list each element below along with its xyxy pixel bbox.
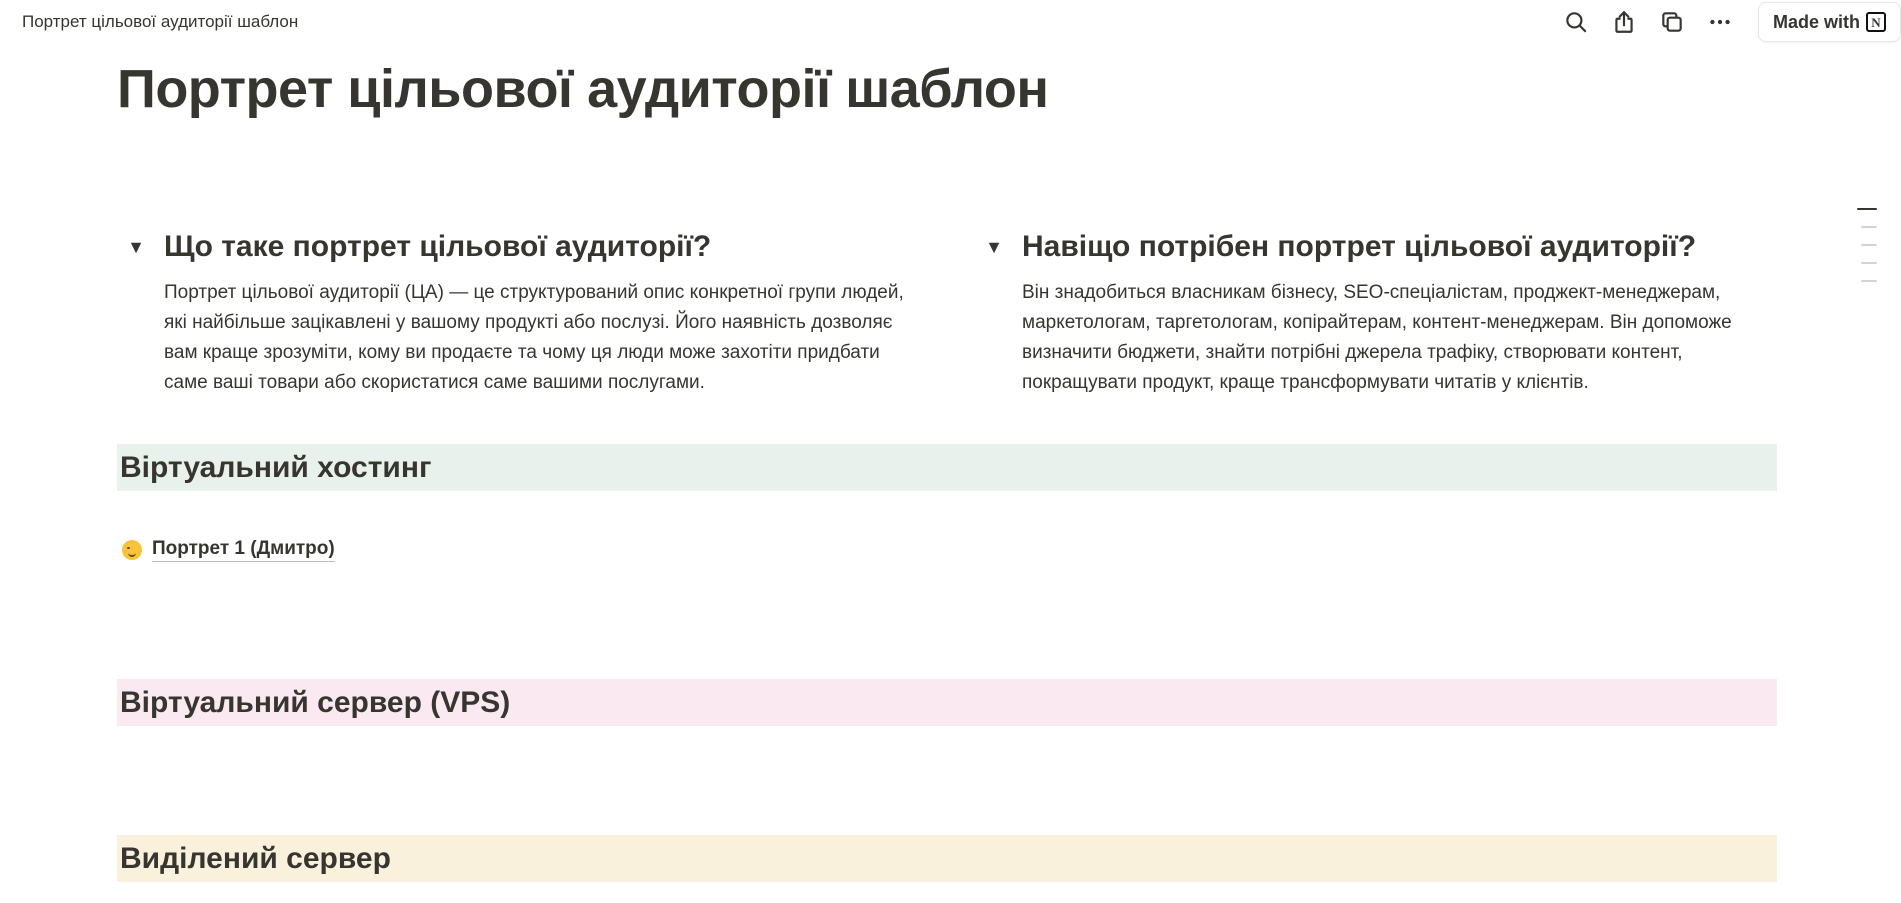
- toggle-triangle-icon[interactable]: ▼: [984, 237, 1004, 258]
- toc-line[interactable]: [1861, 244, 1877, 246]
- page-link-label[interactable]: Портрет 1 (Дмитро): [152, 537, 335, 562]
- toggle-triangle-icon[interactable]: ▼: [126, 237, 146, 258]
- toggle-header[interactable]: ▼ Що таке портрет цільової аудиторії?: [126, 230, 926, 264]
- toc-line[interactable]: [1861, 226, 1877, 228]
- winking-face-icon: [122, 539, 142, 560]
- toggle-header[interactable]: ▼ Навіщо потрібен портрет цільової аудит…: [984, 230, 1784, 264]
- toc-line[interactable]: [1861, 280, 1877, 282]
- table-of-contents-minimap[interactable]: [1857, 208, 1877, 298]
- toggle-body-text: Портрет цільової аудиторії (ЦА) — це стр…: [164, 282, 904, 393]
- toggle-body-text: Він знадобиться власникам бізнесу, SEO-с…: [1022, 282, 1732, 393]
- made-with-label: Made with: [1772, 11, 1860, 32]
- section-heading-vps: Віртуальний сервер (VPS): [117, 679, 1777, 726]
- breadcrumb[interactable]: Портрет цільової аудиторії шаблон: [22, 12, 298, 32]
- share-icon[interactable]: [1604, 4, 1644, 40]
- toggle-block-what-is: ▼ Що таке портрет цільової аудиторії? По…: [126, 230, 926, 398]
- duplicate-icon[interactable]: [1652, 4, 1692, 40]
- search-icon[interactable]: [1556, 4, 1596, 40]
- toggle-title: Що таке портрет цільової аудиторії?: [164, 230, 712, 263]
- made-with-notion-button[interactable]: Made with N: [1757, 2, 1901, 42]
- topbar-actions: Made with N: [1548, 0, 1901, 44]
- toggle-title: Навіщо потрібен портрет цільової аудитор…: [1022, 230, 1697, 263]
- notion-logo-icon: N: [1866, 12, 1886, 32]
- section-heading-dedicated-server: Виділений сервер: [117, 835, 1777, 882]
- page-title: Портрет цільової аудиторії шаблон: [117, 59, 1049, 119]
- topbar: Портрет цільової аудиторії шаблон Made w…: [0, 0, 1901, 44]
- toc-line[interactable]: [1857, 208, 1877, 210]
- page-link-portrait-1[interactable]: Портрет 1 (Дмитро): [122, 537, 335, 562]
- more-icon[interactable]: [1700, 4, 1740, 40]
- toc-line[interactable]: [1861, 262, 1877, 264]
- toggle-block-why-needed: ▼ Навіщо потрібен портрет цільової аудит…: [984, 230, 1784, 398]
- section-heading-virtual-hosting: Віртуальний хостинг: [117, 444, 1777, 491]
